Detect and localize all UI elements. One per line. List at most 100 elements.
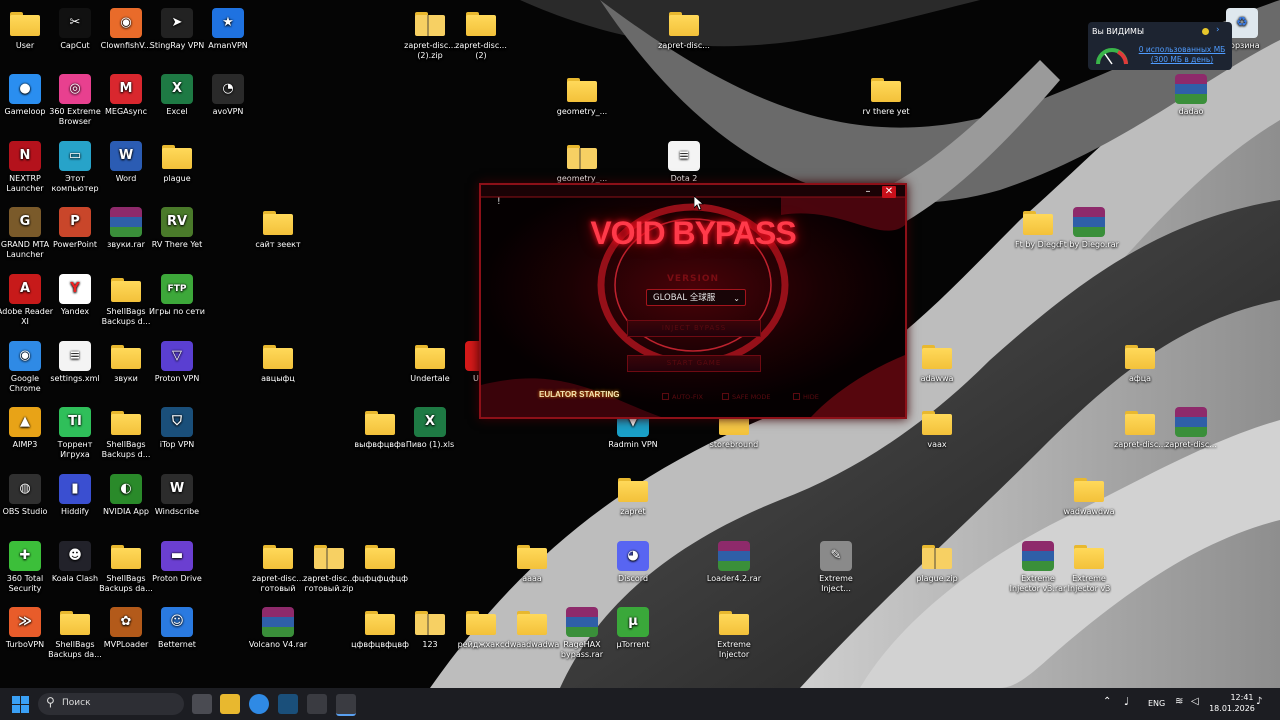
desktop-icon-афца[interactable]: афца	[1109, 341, 1171, 384]
desktop-icon-plague[interactable]: plague	[146, 141, 208, 184]
winrar-archive-icon	[110, 207, 142, 237]
desktop-icon-adawwa[interactable]: adawwa	[906, 341, 968, 384]
start-game-button[interactable]: START GAME	[627, 355, 761, 372]
desktop-icon-wadwawdwa[interactable]: wadwawdwa	[1058, 474, 1120, 517]
minimize-button[interactable]: –	[861, 186, 875, 198]
folder-icon	[1022, 207, 1054, 237]
folder-icon	[1124, 407, 1156, 437]
desktop-icon-extreme-injector[interactable]: Extreme Injector	[703, 607, 765, 660]
google-chrome-icon: ◉	[9, 341, 41, 371]
winrar-archive-icon	[1175, 74, 1207, 104]
desktop-icon-сайт-зеект[interactable]: сайт зеект	[247, 207, 309, 250]
option-checkbox-3[interactable]: HIDE	[793, 393, 819, 401]
desktop-icon-zapret[interactable]: zapret	[602, 474, 664, 517]
desktop-icon-zapret-disc-2[interactable]: zapret-disc... (2)	[450, 8, 512, 61]
desktop-icon-proton-drive[interactable]: ▬ Proton Drive	[146, 541, 208, 584]
icon-label: фцфцфцфцф	[352, 574, 408, 583]
betternet-icon: ☺	[161, 607, 193, 637]
desktop-icon-amanvpn[interactable]: ★ AmanVPN	[197, 8, 259, 51]
desktop-icon-torrent[interactable]: µ µTorrent	[602, 607, 664, 650]
desktop-icon-vaax[interactable]: vaax	[906, 407, 968, 450]
folder-icon	[617, 474, 649, 504]
desktop-icon-zapret-disc[interactable]: zapret-disc...	[653, 8, 715, 51]
proton-vpn-icon: ▽	[161, 341, 193, 371]
desktop-icon-avovpn[interactable]: ◔ avoVPN	[197, 74, 259, 117]
version-dropdown[interactable]: GLOBAL 全球服 ⌄	[646, 289, 746, 306]
checkbox-icon	[722, 393, 729, 400]
obs-studio-icon: ◍	[9, 474, 41, 504]
taskbar-search[interactable]: ⚲ Поиск	[38, 693, 184, 715]
desktop-icon-пиво-1-xls[interactable]: X Пиво (1).xls	[399, 407, 461, 450]
этот-компьютер-icon: ▭	[59, 141, 91, 171]
inject-bypass-button[interactable]: INJECT BYPASS	[627, 320, 761, 337]
desktop-icon-geometry[interactable]: geometry_...	[551, 74, 613, 117]
desktop-icon-игры-по-сети[interactable]: FTP Игры по сети	[146, 274, 208, 317]
desktop-icon-авцыфц[interactable]: авцыфц	[247, 341, 309, 384]
icon-label: Пиво (1).xls	[405, 440, 455, 449]
игры-по-сети-icon: FTP	[161, 274, 193, 304]
folder-icon	[465, 607, 497, 637]
active-app-icon[interactable]	[336, 694, 356, 716]
desktop-icon-windscribe[interactable]: W Windscribe	[146, 474, 208, 517]
desktop-icon-extreme-injector-v3[interactable]: Extreme Injector v3	[1058, 541, 1120, 594]
desktop-icon-volcano-v4-rar[interactable]: Volcano V4.rar	[247, 607, 309, 650]
desktop-icon-betternet[interactable]: ☺ Betternet	[146, 607, 208, 650]
desktop-icon-geometry[interactable]: geometry_...	[551, 141, 613, 184]
option-checkbox-2[interactable]: SAFE MODE	[722, 393, 770, 401]
task-view-icon[interactable]	[192, 694, 212, 714]
desktop-icon-ft-by-diego-rar[interactable]: Ft by Diego.rar	[1058, 207, 1120, 250]
option-label: AUTO-FIX	[672, 393, 703, 401]
option-label: SAFE MODE	[732, 393, 771, 401]
desktop-icon-loader4-2-rar[interactable]: Loader4.2.rar	[703, 541, 765, 584]
desktop-icon-аааа[interactable]: аааа	[501, 541, 563, 584]
gauge-icon	[1096, 48, 1128, 65]
volume-icon[interactable]: ◁	[1191, 696, 1199, 707]
icon-label: Proton VPN	[154, 374, 200, 383]
zip-folder-icon	[414, 8, 446, 38]
document-icon: ≡	[59, 341, 91, 371]
file-explorer-icon[interactable]	[220, 694, 240, 714]
icon-label: Loader4.2.rar	[706, 574, 762, 583]
chevron-right-icon[interactable]: ›	[1216, 25, 1220, 35]
desktop-icon-discord[interactable]: ◕ Discord	[602, 541, 664, 584]
notification-bell-icon[interactable]: ♪	[1256, 696, 1262, 707]
folder-icon	[59, 607, 91, 637]
running-app-icon[interactable]	[307, 694, 327, 714]
windscribe-icon: W	[161, 474, 193, 504]
amanvpn-icon: ★	[212, 8, 244, 38]
icon-label: RV There Yet	[151, 240, 203, 249]
chrome-icon[interactable]	[249, 694, 269, 714]
microphone-icon[interactable]: ♩	[1124, 695, 1129, 708]
chevron-up-icon[interactable]: ⌃	[1103, 696, 1111, 707]
wifi-icon[interactable]: ≋	[1175, 696, 1183, 707]
info-icon[interactable]: !	[497, 197, 501, 207]
desktop-icon-dadao[interactable]: dadao	[1160, 74, 1222, 117]
search-icon: ⚲	[46, 695, 55, 709]
language-indicator[interactable]: ENG	[1148, 699, 1165, 708]
windows-start-button[interactable]	[12, 696, 29, 713]
desktop-icon-plague-zip[interactable]: plague.zip	[906, 541, 968, 584]
icon-label: dadao	[1178, 107, 1204, 116]
desktop-icon-фцфцфцфцф[interactable]: фцфцфцфцф	[349, 541, 411, 584]
desktop-icon-extreme-inject[interactable]: ✎ Extreme Inject...	[805, 541, 867, 594]
icon-label: Discord	[617, 574, 649, 583]
desktop-icon-rv-there-yet[interactable]: rv there yet	[855, 74, 917, 117]
desktop-icon-proton-vpn[interactable]: ▽ Proton VPN	[146, 341, 208, 384]
desktop-icon-dota-2[interactable]: ≡ Dota 2	[653, 141, 715, 184]
folder-icon	[668, 8, 700, 38]
usage-link[interactable]: 0 использованных МБ (300 МБ в день)	[1136, 45, 1228, 65]
close-button[interactable]: ✕	[882, 186, 896, 198]
powerpoint-icon: P	[59, 207, 91, 237]
desktop-icon-rv-there-yet[interactable]: RV RV There Yet	[146, 207, 208, 250]
clownfishv-icon: ◉	[110, 8, 142, 38]
vpn-shield-icon[interactable]	[278, 694, 298, 714]
option-checkbox-1[interactable]: AUTO-FIX	[662, 393, 703, 401]
folder-icon	[364, 607, 396, 637]
clock-date[interactable]: 18.01.2026	[1208, 704, 1256, 713]
void-bypass-window[interactable]: ! – ✕ VOID BYPASS VERSION GLOBAL 全球服 ⌄ I…	[479, 183, 907, 419]
desktop-icon-zapret-disc[interactable]: zapret-disc...	[1160, 407, 1222, 450]
desktop-icon-itop-vpn[interactable]: ⛉ iTop VPN	[146, 407, 208, 450]
folder-icon	[110, 407, 142, 437]
network-usage-widget[interactable]: Вы ВИДИМЫ › 0 использованных МБ (300 МБ …	[1088, 22, 1232, 70]
mouse-cursor-icon	[694, 196, 704, 211]
